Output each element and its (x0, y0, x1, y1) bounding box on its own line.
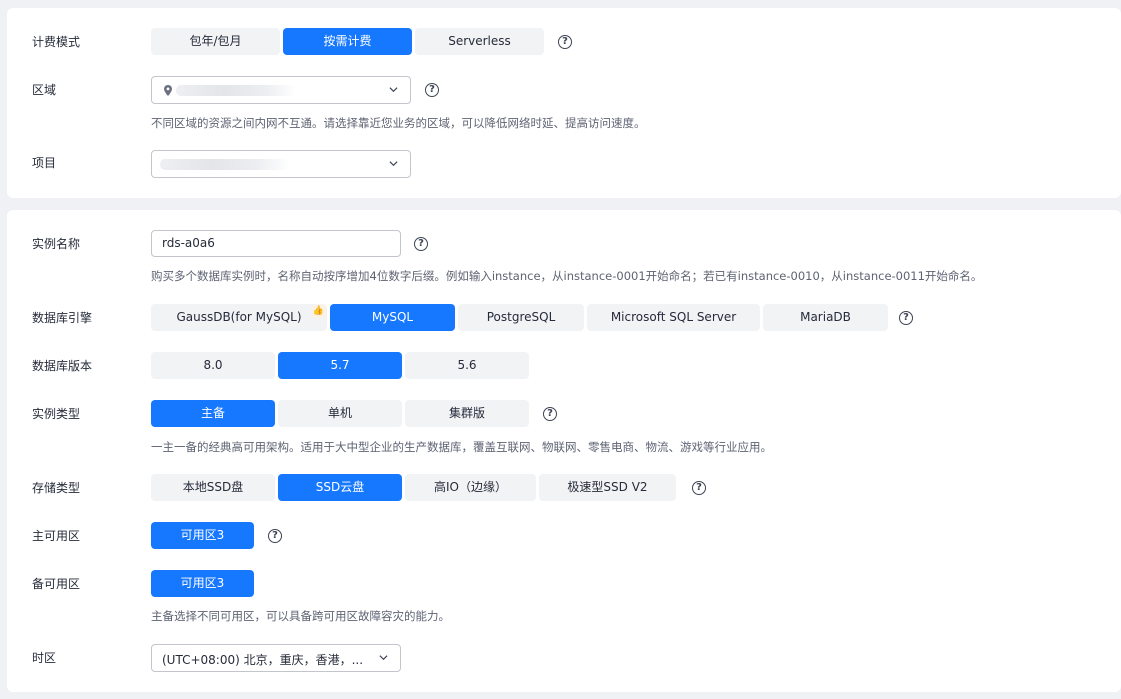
storage-option-cloud-ssd[interactable]: SSD云盘 (278, 474, 402, 501)
version-option-5-7[interactable]: 5.7 (278, 352, 402, 379)
billing-option-pay-per-use[interactable]: 按需计费 (283, 28, 412, 55)
db-version-selector: 8.0 5.7 5.6 (151, 352, 529, 379)
primary-az-help-icon[interactable]: ? (268, 529, 282, 543)
chevron-down-icon (389, 87, 398, 93)
standby-az-label: 备可用区 (32, 577, 81, 591)
db-engine-label: 数据库引擎 (32, 311, 93, 325)
storage-type-help-icon[interactable]: ? (692, 481, 706, 495)
project-select[interactable] (151, 150, 411, 178)
engine-option-mysql[interactable]: MySQL (330, 304, 455, 331)
billing-option-serverless[interactable]: Serverless (415, 28, 544, 55)
instance-name-input[interactable]: rds-a0a6 (151, 230, 401, 257)
instance-type-option-cluster[interactable]: 集群版 (405, 400, 529, 427)
location-pin-icon (164, 85, 172, 96)
instance-type-option-single[interactable]: 单机 (278, 400, 402, 427)
timezone-value: (UTC+08:00) 北京，重庆，香港，... (162, 653, 364, 667)
timezone-label: 时区 (32, 651, 57, 665)
instance-type-help-icon[interactable]: ? (543, 407, 557, 421)
version-option-5-6[interactable]: 5.6 (405, 352, 529, 379)
engine-option-sqlserver[interactable]: Microsoft SQL Server (587, 304, 760, 331)
instance-name-help-icon[interactable]: ? (414, 237, 428, 251)
region-help-icon[interactable]: ? (425, 83, 439, 97)
billing-region-card: 计费模式 包年/包月 按需计费 Serverless ? 区域 ? 不同区域的资… (7, 8, 1121, 198)
instance-type-selector: 主备 单机 集群版 (151, 400, 529, 427)
engine-option-mariadb[interactable]: MariaDB (763, 304, 888, 331)
storage-option-local-ssd[interactable]: 本地SSD盘 (151, 474, 275, 501)
thumbs-up-icon: 👍 (312, 305, 325, 318)
billing-mode-selector: 包年/包月 按需计费 Serverless (151, 28, 544, 55)
billing-mode-label: 计费模式 (32, 35, 81, 49)
engine-option-gaussdb-label: GaussDB(for MySQL) (176, 310, 302, 324)
engine-option-gaussdb[interactable]: GaussDB(for MySQL) 👍 (151, 304, 327, 331)
version-option-8-0[interactable]: 8.0 (151, 352, 275, 379)
storage-type-selector: 本地SSD盘 SSD云盘 高IO（边缘） 极速型SSD V2 (151, 474, 676, 501)
storage-option-high-io-edge[interactable]: 高IO（边缘） (405, 474, 536, 501)
standby-az-hint: 主备选择不同可用区，可以具备跨可用区故障容灾的能力。 (151, 609, 450, 623)
instance-type-label: 实例类型 (32, 407, 81, 421)
billing-option-yearly-monthly[interactable]: 包年/包月 (151, 28, 280, 55)
instance-config-card: 实例名称 rds-a0a6 ? 购买多个数据库实例时，名称自动按序增加4位数字后… (7, 210, 1121, 692)
instance-name-hint: 购买多个数据库实例时，名称自动按序增加4位数字后缀。例如输入instance，从… (151, 269, 983, 283)
engine-option-postgresql[interactable]: PostgreSQL (458, 304, 584, 331)
standby-az-option[interactable]: 可用区3 (151, 570, 254, 597)
region-label: 区域 (32, 83, 57, 97)
project-label: 项目 (32, 156, 57, 170)
chevron-down-icon (389, 161, 398, 167)
instance-type-hint: 一主一备的经典高可用架构。适用于大中型企业的生产数据库，覆盖互联网、物联网、零售… (151, 440, 772, 454)
instance-type-option-primary-standby[interactable]: 主备 (151, 400, 275, 427)
region-hint: 不同区域的资源之间内网不互通。请选择靠近您业务的区域，可以降低网络时延、提高访问… (151, 116, 646, 130)
db-engine-help-icon[interactable]: ? (899, 311, 913, 325)
project-value-redacted (160, 159, 290, 170)
chevron-down-icon (379, 655, 388, 661)
primary-az-option[interactable]: 可用区3 (151, 522, 254, 549)
primary-az-label: 主可用区 (32, 529, 81, 543)
storage-option-extreme-ssd-v2[interactable]: 极速型SSD V2 (539, 474, 676, 501)
billing-help-icon[interactable]: ? (558, 35, 572, 49)
region-select[interactable] (151, 76, 411, 104)
instance-name-label: 实例名称 (32, 237, 81, 251)
db-engine-selector: GaussDB(for MySQL) 👍 MySQL PostgreSQL Mi… (151, 304, 888, 331)
region-value-redacted (176, 85, 296, 96)
timezone-select[interactable]: (UTC+08:00) 北京，重庆，香港，... (151, 644, 401, 672)
db-version-label: 数据库版本 (32, 359, 93, 373)
storage-type-label: 存储类型 (32, 481, 81, 495)
